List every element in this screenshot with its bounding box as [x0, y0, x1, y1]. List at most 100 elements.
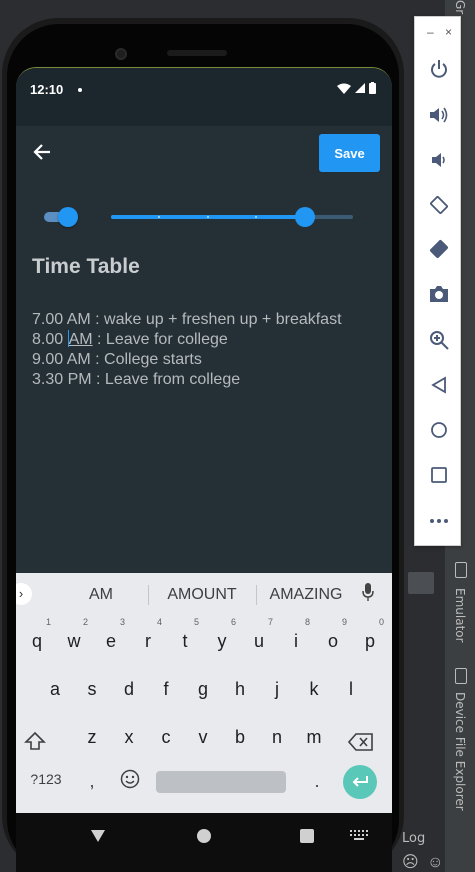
ide-feedback-icons[interactable]: ☹ ☺ — [402, 852, 445, 872]
key-f[interactable]: f — [151, 673, 181, 705]
backspace-key-icon[interactable] — [346, 725, 376, 757]
wifi-icon — [337, 83, 351, 94]
key-e[interactable]: e — [96, 625, 126, 657]
key-hint: 9 — [342, 617, 348, 627]
emulator-tab-icon — [455, 562, 467, 578]
key-t[interactable]: t — [170, 625, 200, 657]
key-g[interactable]: g — [188, 673, 218, 705]
soft-keyboard: › AM AMOUNT AMAZING q1w2e3r4t5y6u7i8o9p0… — [16, 573, 392, 813]
key-z[interactable]: z — [77, 721, 107, 753]
key-hint: 2 — [83, 617, 89, 627]
key-q[interactable]: q — [22, 625, 52, 657]
ide-tab-device-file-explorer[interactable]: Device File Explorer — [453, 692, 467, 811]
key-n[interactable]: n — [262, 721, 292, 753]
toggle-switch[interactable] — [58, 207, 78, 227]
rotate-left-icon[interactable] — [429, 195, 449, 215]
volume-down-icon[interactable] — [429, 150, 449, 170]
key-r[interactable]: r — [133, 625, 163, 657]
rotate-right-icon[interactable] — [429, 239, 449, 259]
shift-key-icon[interactable] — [20, 725, 50, 757]
emulator-control-panel: – × — [414, 16, 461, 546]
suggestion-item[interactable]: AMAZING — [264, 586, 348, 604]
notification-dot-icon — [78, 88, 82, 92]
app-bar: Save — [16, 126, 392, 186]
back-arrow-icon[interactable] — [32, 142, 54, 164]
key-hint: 5 — [194, 617, 200, 627]
camera-icon[interactable] — [429, 284, 449, 304]
suggestion-item[interactable]: AM — [76, 586, 126, 604]
earpiece-speaker — [167, 50, 227, 56]
overview-icon[interactable] — [429, 465, 449, 485]
composing-word: AM — [68, 331, 93, 348]
key-v[interactable]: v — [188, 721, 218, 753]
timetable-line-2-prefix: 8.00 — [32, 331, 68, 348]
key-i[interactable]: i — [281, 625, 311, 657]
key-s[interactable]: s — [77, 673, 107, 705]
suggestion-divider — [148, 585, 149, 605]
status-bar: 12:10 — [16, 68, 392, 126]
key-a[interactable]: a — [40, 673, 70, 705]
suggestion-divider — [256, 585, 257, 605]
key-d[interactable]: d — [114, 673, 144, 705]
spacebar-key[interactable] — [156, 771, 286, 793]
comma-key[interactable]: , — [82, 771, 102, 793]
power-icon[interactable] — [429, 59, 449, 79]
slider-thumb[interactable] — [294, 207, 315, 227]
microphone-icon[interactable] — [362, 583, 378, 605]
period-key[interactable]: . — [308, 771, 326, 793]
emoji-key-icon[interactable] — [118, 769, 142, 793]
key-m[interactable]: m — [299, 721, 329, 753]
timetable-text-editor[interactable]: 7.00 AM : wake up + freshen up + breakfa… — [32, 310, 342, 390]
nav-home-icon[interactable] — [196, 828, 212, 844]
enter-key-icon[interactable] — [343, 765, 377, 799]
key-p[interactable]: p — [355, 625, 385, 657]
suggestion-item[interactable]: AMOUNT — [160, 586, 244, 604]
key-hint: 3 — [120, 617, 126, 627]
ide-top-tab[interactable]: Gr — [453, 0, 467, 14]
battery-icon — [369, 82, 376, 94]
status-icons — [337, 82, 376, 94]
symbols-key[interactable]: ?123 — [28, 771, 64, 793]
back-icon[interactable] — [429, 375, 449, 395]
key-hint: 7 — [268, 617, 274, 627]
key-w[interactable]: w — [59, 625, 89, 657]
timetable-line-1: 7.00 AM : wake up + freshen up + breakfa… — [32, 311, 342, 328]
ide-log-tab[interactable]: Log — [402, 831, 425, 846]
key-h[interactable]: h — [225, 673, 255, 705]
nav-overview-icon[interactable] — [299, 828, 315, 844]
timetable-line-3: 9.00 AM : College starts — [32, 351, 202, 368]
close-button[interactable]: × — [445, 25, 452, 39]
key-k[interactable]: k — [299, 673, 329, 705]
key-c[interactable]: c — [151, 721, 181, 753]
cell-signal-icon — [355, 83, 365, 93]
ide-layout-button[interactable] — [408, 572, 434, 594]
volume-up-icon[interactable] — [429, 105, 449, 125]
key-j[interactable]: j — [262, 673, 292, 705]
timetable-line-4: 3.30 PM : Leave from college — [32, 371, 241, 388]
key-hint: 1 — [46, 617, 52, 627]
desktop-stage: Gr Emulator Device File Explorer Log ☹ ☺… — [0, 0, 475, 872]
ide-tab-emulator[interactable]: Emulator — [453, 588, 467, 643]
key-x[interactable]: x — [114, 721, 144, 753]
key-y[interactable]: y — [207, 625, 237, 657]
status-time: 12:10 — [30, 82, 64, 97]
key-l[interactable]: l — [336, 673, 366, 705]
more-icon[interactable] — [429, 511, 449, 531]
device-explorer-tab-icon — [455, 668, 467, 684]
home-icon[interactable] — [429, 420, 449, 440]
save-button[interactable]: Save — [319, 134, 380, 172]
chevron-right-icon[interactable]: › — [16, 583, 32, 605]
nav-back-icon[interactable] — [90, 828, 106, 844]
minimize-button[interactable]: – — [427, 25, 434, 39]
front-camera-icon — [115, 48, 127, 60]
timetable-line-2-suffix: : Leave for college — [92, 331, 228, 348]
suggestion-strip: › AM AMOUNT AMAZING — [16, 573, 392, 615]
keyboard-switch-icon[interactable] — [350, 830, 368, 842]
key-u[interactable]: u — [244, 625, 274, 657]
zoom-icon[interactable] — [429, 330, 449, 350]
key-o[interactable]: o — [318, 625, 348, 657]
key-hint: 0 — [379, 617, 385, 627]
key-b[interactable]: b — [225, 721, 255, 753]
page-title: Time Table — [32, 255, 140, 278]
key-hint: 8 — [305, 617, 311, 627]
